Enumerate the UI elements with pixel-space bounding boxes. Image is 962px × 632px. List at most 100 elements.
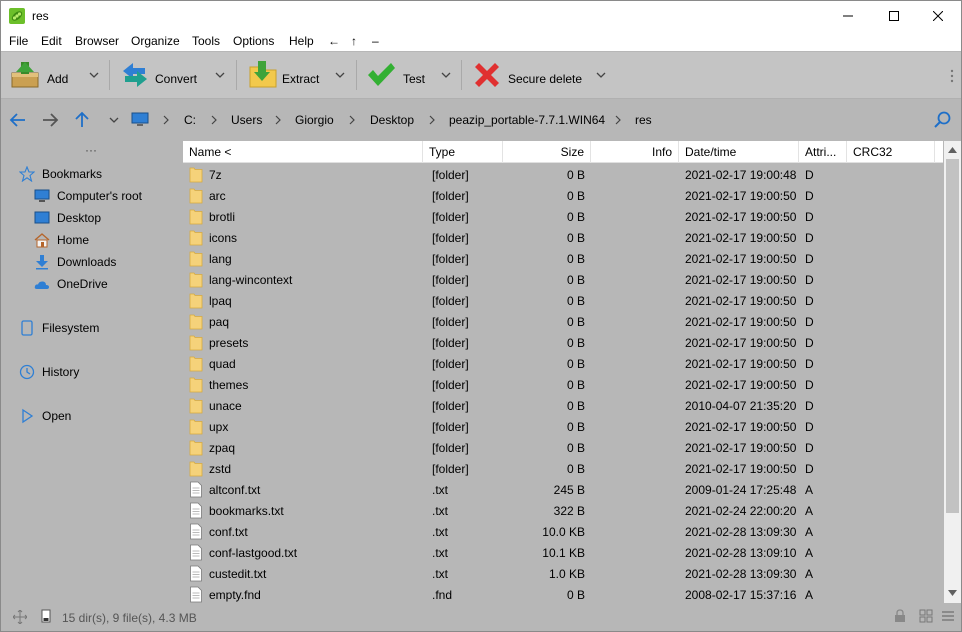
sidebar-item-onedrive[interactable]: OneDrive	[34, 274, 108, 294]
menu-tools[interactable]: Tools	[192, 34, 220, 48]
scroll-down-icon[interactable]	[948, 590, 957, 596]
chevron-down-icon[interactable]	[596, 70, 606, 80]
file-size: 322 B	[553, 504, 585, 518]
vertical-scrollbar[interactable]	[944, 141, 961, 603]
column-info[interactable]: Info	[591, 141, 679, 163]
file-attributes: D	[805, 315, 814, 329]
table-row[interactable]: zpaq [folder] 0 B 2021-02-17 19:00:50 D	[183, 437, 943, 458]
table-row[interactable]: lpaq [folder] 0 B 2021-02-17 19:00:50 D	[183, 290, 943, 311]
file-size: 0 B	[566, 441, 585, 455]
table-row[interactable]: lang [folder] 0 B 2021-02-17 19:00:50 D	[183, 248, 943, 269]
crumb-res[interactable]: res	[635, 113, 652, 127]
forward-arrow-icon[interactable]	[40, 110, 60, 130]
crumb-peazip-folder[interactable]: peazip_portable-7.7.1.WIN64	[449, 113, 605, 127]
table-row[interactable]: lang-wincontext [folder] 0 B 2021-02-17 19:…	[183, 269, 943, 290]
crumb-users[interactable]: Users	[231, 113, 262, 127]
sidebar-item-computers-root[interactable]: Computer's root	[34, 186, 142, 206]
table-row[interactable]: zstd [folder] 0 B 2021-02-17 19:00:50 D	[183, 458, 943, 479]
list-view-icon[interactable]	[941, 609, 955, 623]
file-type: [folder]	[432, 315, 469, 329]
table-row[interactable]: brotli [folder] 0 B 2021-02-17 19:00:50 D	[183, 206, 943, 227]
table-row[interactable]: icons [folder] 0 B 2021-02-17 19:00:50 D	[183, 227, 943, 248]
search-icon[interactable]	[933, 110, 953, 130]
menu-edit[interactable]: Edit	[41, 34, 62, 48]
breadcrumb: C: Users Giorgio Desktop peazip_portable…	[99, 108, 941, 132]
toolbar-separator	[236, 60, 237, 90]
menu-back[interactable]: ←	[328, 34, 340, 48]
table-row[interactable]: presets [folder] 0 B 2021-02-17 19:00:50 D	[183, 332, 943, 353]
column-size[interactable]: Size	[503, 141, 591, 163]
desktop-icon	[34, 211, 50, 224]
grid-view-icon[interactable]	[919, 609, 933, 623]
table-row[interactable]: quad [folder] 0 B 2021-02-17 19:00:50 D	[183, 353, 943, 374]
status-bar: 15 dir(s), 9 file(s), 4.3 MB	[1, 604, 961, 631]
sidebar-item-history[interactable]: History	[19, 362, 79, 382]
up-arrow-icon[interactable]	[72, 110, 92, 130]
chevron-down-icon[interactable]	[89, 70, 99, 80]
sidebar-item-filesystem[interactable]: Filesystem	[19, 318, 99, 338]
table-row[interactable]: 7z [folder] 0 B 2021-02-17 19:00:48 D	[183, 164, 943, 185]
secure-delete-button[interactable]: Secure delete	[471, 56, 613, 94]
file-attributes: A	[805, 546, 814, 560]
folder-icon	[189, 335, 203, 351]
text-file-icon	[190, 544, 202, 561]
crumb-desktop[interactable]: Desktop	[370, 113, 414, 127]
table-row[interactable]: unace [folder] 0 B 2010-04-07 21:35:20 D	[183, 395, 943, 416]
table-row[interactable]: themes [folder] 0 B 2021-02-17 19:00:50 D	[183, 374, 943, 395]
table-row[interactable]: arc [folder] 0 B 2021-02-17 19:00:50 D	[183, 185, 943, 206]
table-row[interactable]: bookmarks.txt .txt 322 B 2021-02-24 22:00:2…	[183, 500, 943, 521]
menu-options[interactable]: Options	[233, 34, 274, 48]
column-name[interactable]: Name <	[183, 141, 423, 163]
chevron-down-icon[interactable]	[335, 70, 345, 80]
maximize-button[interactable]	[871, 1, 917, 31]
menu-more[interactable]: –	[372, 34, 379, 48]
crumb-giorgio[interactable]: Giorgio	[295, 113, 334, 127]
column-crc32[interactable]: CRC32	[847, 141, 935, 163]
table-row[interactable]: conf-lastgood.txt .txt 10.1 KB 2021-02-28 1…	[183, 542, 943, 563]
menu-file[interactable]: File	[9, 34, 28, 48]
scrollbar-thumb[interactable]	[946, 159, 959, 513]
file-datetime: 2021-02-17 19:00:50	[685, 273, 797, 287]
sidebar-item-home[interactable]: Home	[34, 230, 89, 250]
convert-button[interactable]: Convert	[119, 56, 231, 94]
menu-browser[interactable]: Browser	[75, 34, 119, 48]
minimize-button[interactable]	[825, 1, 871, 31]
extract-button[interactable]: Extract	[247, 56, 351, 94]
menu-help[interactable]: Help	[289, 34, 314, 48]
chevron-right-icon	[615, 115, 621, 125]
computer-icon[interactable]	[131, 112, 149, 127]
sidebar-more[interactable]: ···	[85, 143, 97, 157]
test-label: Test	[403, 72, 426, 86]
overflow-grip-icon[interactable]	[949, 68, 955, 84]
table-row[interactable]: altconf.txt .txt 245 B 2009-01-24 17:25:48 A	[183, 479, 943, 500]
file-name: themes	[209, 378, 249, 392]
sidebar-item-bookmarks[interactable]: Bookmarks	[19, 164, 102, 184]
move-arrows-icon[interactable]	[13, 610, 27, 624]
table-row[interactable]: paq [folder] 0 B 2021-02-17 19:00:50 D	[183, 311, 943, 332]
column-type[interactable]: Type	[423, 141, 503, 163]
chevron-down-icon[interactable]	[109, 115, 119, 125]
add-button[interactable]: Add	[9, 56, 105, 94]
table-row[interactable]: conf.txt .txt 10.0 KB 2021-02-28 13:09:30 A	[183, 521, 943, 542]
sidebar-item-desktop[interactable]: Desktop	[34, 208, 101, 228]
table-row[interactable]: upx [folder] 0 B 2021-02-17 19:00:50 D	[183, 416, 943, 437]
lock-icon[interactable]	[894, 609, 906, 623]
file-type: [folder]	[432, 189, 469, 203]
sidebar-item-downloads[interactable]: Downloads	[34, 252, 116, 272]
file-name: conf.txt	[209, 525, 248, 539]
table-row[interactable]: empty.fnd .fnd 0 B 2008-02-17 15:37:16 A	[183, 584, 943, 603]
scroll-up-icon[interactable]	[948, 147, 957, 153]
close-button[interactable]	[915, 1, 961, 31]
crumb-drive[interactable]: C:	[184, 113, 196, 127]
column-datetime[interactable]: Date/time	[679, 141, 799, 163]
sidebar-item-open[interactable]: Open	[19, 406, 71, 426]
chevron-down-icon[interactable]	[441, 70, 451, 80]
back-arrow-icon[interactable]	[8, 110, 28, 130]
test-button[interactable]: Test	[365, 56, 457, 94]
table-row[interactable]: custedit.txt .txt 1.0 KB 2021-02-28 13:09:3…	[183, 563, 943, 584]
menu-organize[interactable]: Organize	[131, 34, 180, 48]
menu-up[interactable]: ↑	[351, 34, 357, 48]
column-attributes[interactable]: Attri...	[799, 141, 847, 163]
sidebar: ··· Bookmarks Computer's root Desktop Ho…	[1, 141, 181, 603]
chevron-down-icon[interactable]	[215, 70, 225, 80]
